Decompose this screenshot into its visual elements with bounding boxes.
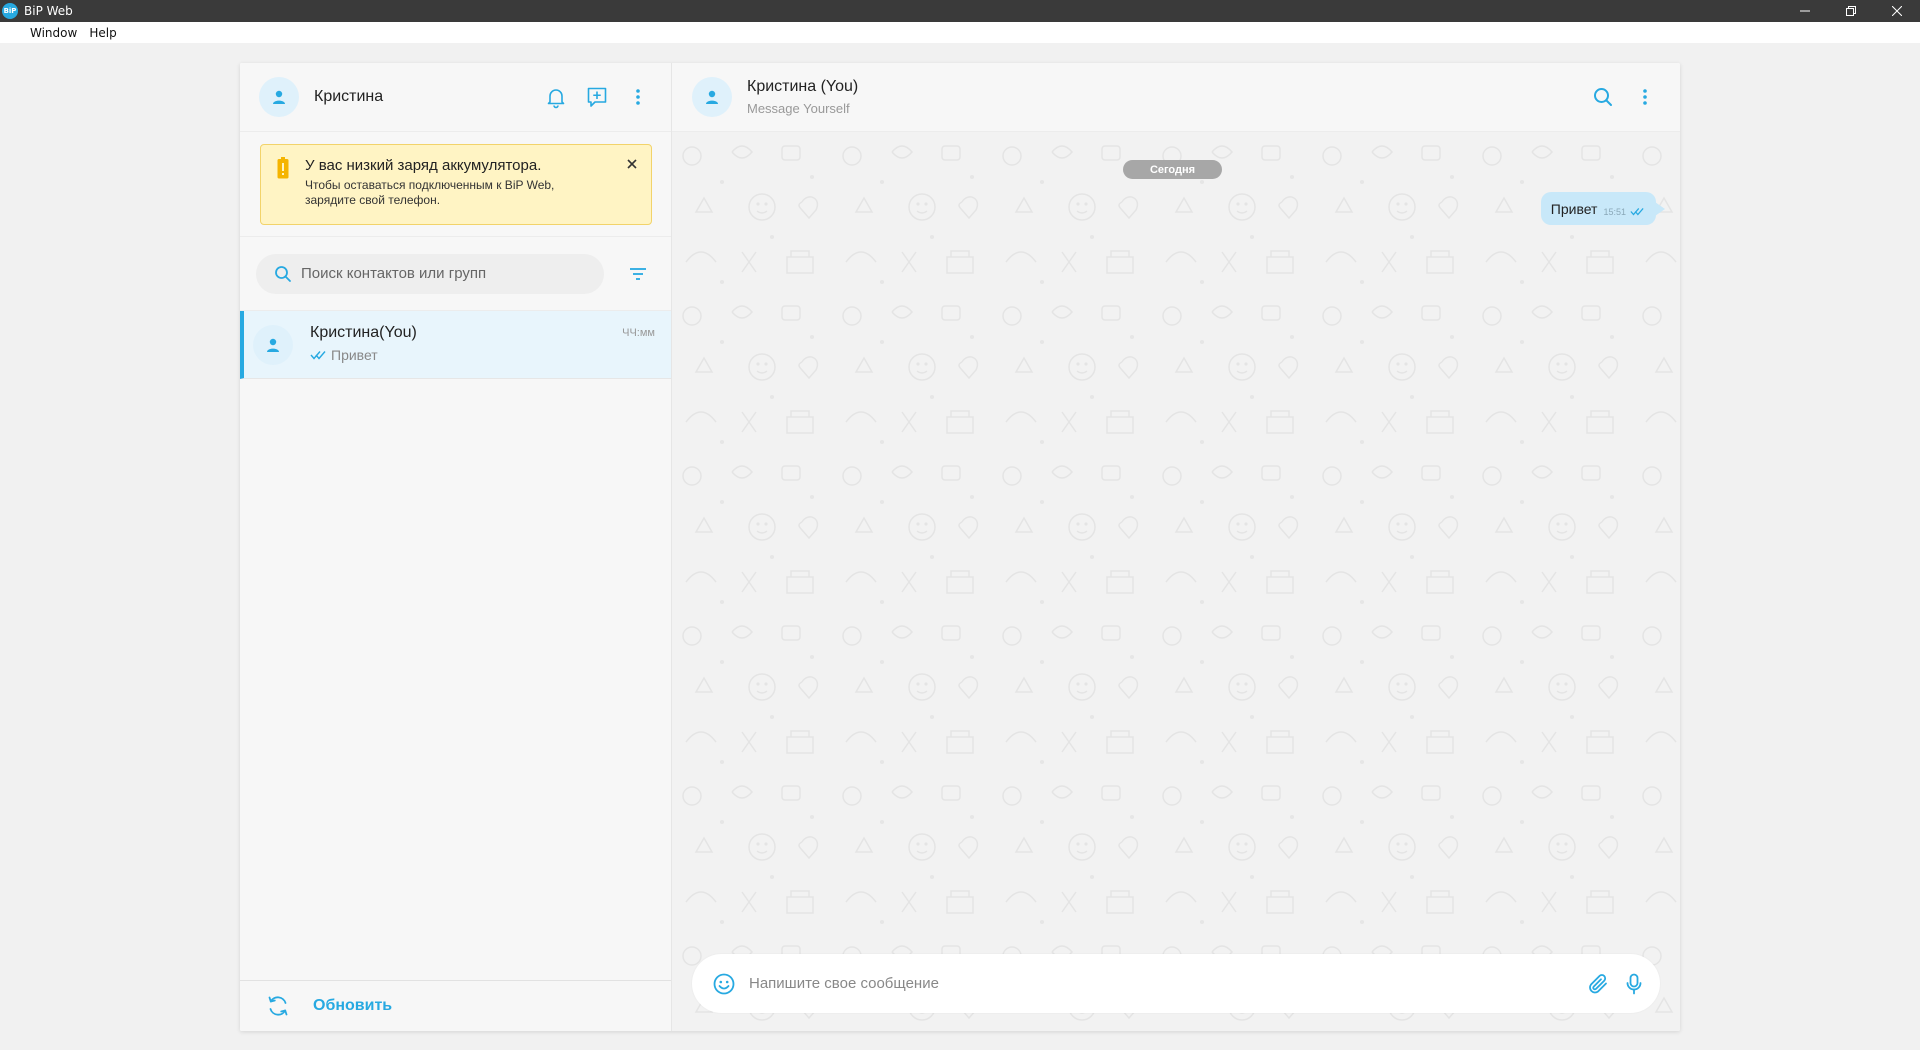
message-text: Привет [1550,200,1598,217]
chat-header-actions [1576,82,1660,112]
chat-avatar [253,324,293,365]
new-chat-icon [587,87,607,107]
close-alert-icon[interactable] [625,157,639,171]
user-icon [267,338,279,352]
doodle-pattern [672,132,1680,1031]
chat-header-avatar[interactable] [692,77,732,117]
battery-alert-container: У вас низкий заряд аккумулятора. Чтобы о… [240,132,671,237]
filter-button[interactable] [627,263,649,285]
menu-help[interactable]: Help [89,26,116,40]
close-icon [1892,6,1902,16]
alert-title: У вас низкий заряд аккумулятора. [305,157,542,174]
voice-message-button[interactable] [1620,970,1648,998]
chat-menu-button[interactable] [1630,82,1660,112]
menu-window[interactable]: Window [30,26,77,40]
notifications-button[interactable] [541,82,571,112]
search-row [240,237,671,311]
chat-meta: Кристина(You) Привет [310,324,417,363]
window-title: BiP Web [24,4,73,18]
window-controls [1782,0,1920,22]
close-window-button[interactable] [1874,0,1920,22]
search-icon [1594,88,1612,106]
chat-preview: Привет [310,347,417,363]
bip-logo: BiP [2,3,18,19]
message-input[interactable] [749,975,1569,992]
search-icon [275,265,291,282]
chat-panel: Кристина (You) Message Yourself Сегодня … [672,63,1680,1031]
chat-search-button[interactable] [1588,82,1618,112]
sidebar-header: Кристина [240,63,671,132]
sidebar: Кристина У вас низкий заряд аккумулятора… [240,63,672,1031]
double-check-icon [310,351,326,360]
profile-avatar[interactable] [259,77,299,117]
restore-icon [1846,6,1856,16]
search-box[interactable] [256,253,604,294]
refresh-bar[interactable]: Обновить [240,980,671,1031]
new-chat-button[interactable] [582,82,612,112]
emoji-icon[interactable] [712,972,736,996]
title-bar: BiP BiP Web [0,0,1920,22]
bell-icon [547,89,565,109]
refresh-icon [268,996,288,1016]
message-composer [692,954,1660,1013]
more-vertical-icon [1643,89,1647,105]
battery-alert: У вас низкий заряд аккумулятора. Чтобы о… [260,144,652,225]
chat-list-item[interactable]: Кристина(You) Привет ЧЧ:мм [240,311,671,379]
menu-bar: Window Help [0,22,1920,43]
minimize-button[interactable] [1782,0,1828,22]
microphone-icon [1626,973,1642,994]
chat-preview-text: Привет [331,347,378,363]
chat-background [672,132,1680,1031]
chat-name: Кристина(You) [310,324,417,341]
profile-name: Кристина [314,88,384,105]
more-vertical-icon [636,89,640,105]
composer-actions [1576,970,1648,998]
chat-subtitle: Message Yourself [747,101,850,116]
restore-button[interactable] [1828,0,1874,22]
search-input[interactable] [301,265,591,282]
chat-title: Кристина (You) [747,78,859,95]
sidebar-menu-button[interactable] [623,82,653,112]
paperclip-icon [1589,973,1607,993]
minimize-icon [1800,10,1810,12]
low-battery-icon [277,157,289,179]
sidebar-header-actions [530,82,653,112]
app-container: Кристина У вас низкий заряд аккумулятора… [240,63,1680,1031]
message-bubble-outgoing[interactable]: Привет 15:51 [1540,192,1666,225]
user-icon [706,90,718,104]
alert-text: Чтобы оставаться подключенным к BiP Web,… [305,178,555,207]
filter-icon [630,267,646,280]
message-time: 15:51 [1603,206,1626,217]
user-icon [273,90,285,104]
double-check-icon [1630,207,1644,216]
chat-time: ЧЧ:мм [622,327,655,339]
attach-button[interactable] [1584,970,1612,998]
date-separator: Сегодня [1123,160,1222,179]
chat-header: Кристина (You) Message Yourself [672,63,1680,132]
refresh-label: Обновить [313,997,393,1014]
chat-title-wrap[interactable]: Кристина (You) Message Yourself [747,78,858,116]
